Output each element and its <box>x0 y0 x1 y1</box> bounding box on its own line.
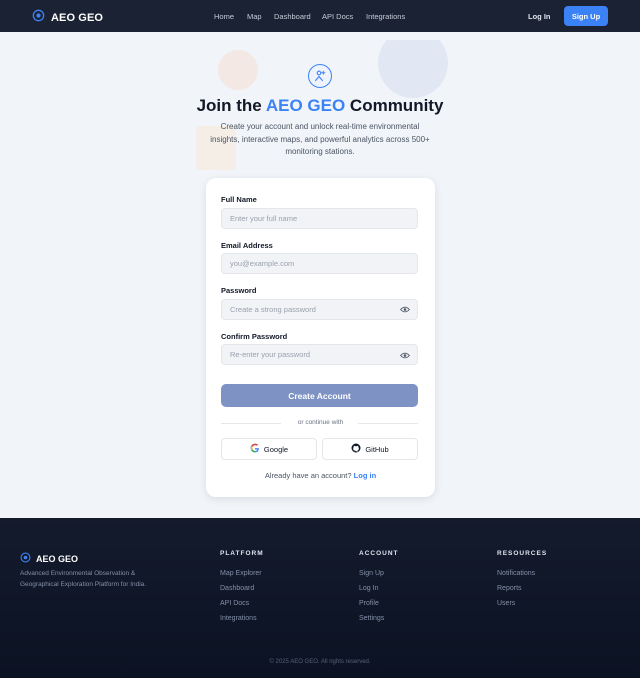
footer-brand-name: AEO GEO <box>36 554 79 564</box>
email-label: Email Address <box>221 241 273 250</box>
github-icon <box>351 443 361 455</box>
eye-icon[interactable] <box>400 305 410 313</box>
decorative-blob <box>378 40 448 98</box>
email-field[interactable] <box>221 253 418 274</box>
github-label: GitHub <box>365 444 389 454</box>
brand-name: AEO GEO <box>51 12 104 24</box>
github-signin-button[interactable]: GitHub <box>322 438 418 460</box>
nav-link-dashboard[interactable]: Dashboard <box>274 12 311 21</box>
google-label: Google <box>263 444 289 454</box>
site-footer: AEO GEO Advanced Environmental Observati… <box>0 518 640 678</box>
confirm-password-field[interactable] <box>221 344 418 365</box>
title-prefix: Join the <box>196 96 266 115</box>
google-signin-button[interactable]: Google <box>221 438 317 460</box>
footer-link-settings[interactable]: Settings <box>359 615 384 622</box>
nav-link-api-docs[interactable]: API Docs <box>322 12 353 21</box>
title-suffix: Community <box>345 96 444 115</box>
user-plus-icon <box>308 64 332 88</box>
password-label: Password <box>221 286 257 295</box>
divider-line <box>358 423 418 424</box>
footer-heading-platform: PLATFORM <box>220 550 264 557</box>
footer-description: Advanced Environmental Observation & Geo… <box>20 570 147 588</box>
title-accent: AEO GEO <box>265 96 346 115</box>
page-subtitle: Create your account and unlock real-time… <box>210 122 430 156</box>
footer-link-profile[interactable]: Profile <box>359 600 379 607</box>
signup-card: Full Name Email Address Password Confirm… <box>206 178 435 497</box>
full-name-label: Full Name <box>221 195 257 204</box>
target-icon <box>32 9 45 27</box>
footer-link-sign-up[interactable]: Sign Up <box>359 570 384 577</box>
login-prompt: Already have an account? Log in <box>206 471 435 480</box>
footer-link-users[interactable]: Users <box>497 600 515 607</box>
eye-icon[interactable] <box>400 351 410 359</box>
nav-link-integrations[interactable]: Integrations <box>366 12 405 21</box>
create-account-button[interactable]: Create Account <box>221 384 418 407</box>
footer-link-api-docs[interactable]: API Docs <box>220 600 249 607</box>
nav-link-map[interactable]: Map <box>247 12 262 21</box>
confirm-password-label: Confirm Password <box>221 332 288 341</box>
google-icon <box>250 443 260 455</box>
password-field[interactable] <box>221 299 418 320</box>
login-link[interactable]: Log in <box>354 471 377 480</box>
top-navbar: AEO GEO Home Map Dashboard API Docs Inte… <box>0 0 640 32</box>
footer-link-log-in[interactable]: Log In <box>359 585 378 592</box>
brand-logo[interactable]: AEO GEO <box>32 9 103 27</box>
copyright-text: © 2025 AEO GEO. All rights reserved. <box>269 659 371 665</box>
signup-button[interactable]: Sign Up <box>564 6 608 26</box>
login-prompt-text: Already have an account? <box>264 471 352 480</box>
full-name-field[interactable] <box>221 208 418 229</box>
footer-link-map-explorer[interactable]: Map Explorer <box>220 570 262 577</box>
login-button[interactable]: Log In <box>528 12 551 21</box>
target-icon <box>20 550 31 568</box>
nav-link-home[interactable]: Home <box>214 12 234 21</box>
footer-link-notifications[interactable]: Notifications <box>497 570 535 577</box>
footer-link-reports[interactable]: Reports <box>497 585 522 592</box>
footer-link-integrations[interactable]: Integrations <box>220 615 257 622</box>
footer-heading-resources: RESOURCES <box>497 550 548 557</box>
footer-link-dashboard[interactable]: Dashboard <box>220 585 254 592</box>
decorative-blob <box>218 50 258 90</box>
footer-brand[interactable]: AEO GEO <box>20 550 78 568</box>
page-title: Join the AEO GEO Community <box>0 96 640 116</box>
footer-heading-account: ACCOUNT <box>359 550 399 557</box>
